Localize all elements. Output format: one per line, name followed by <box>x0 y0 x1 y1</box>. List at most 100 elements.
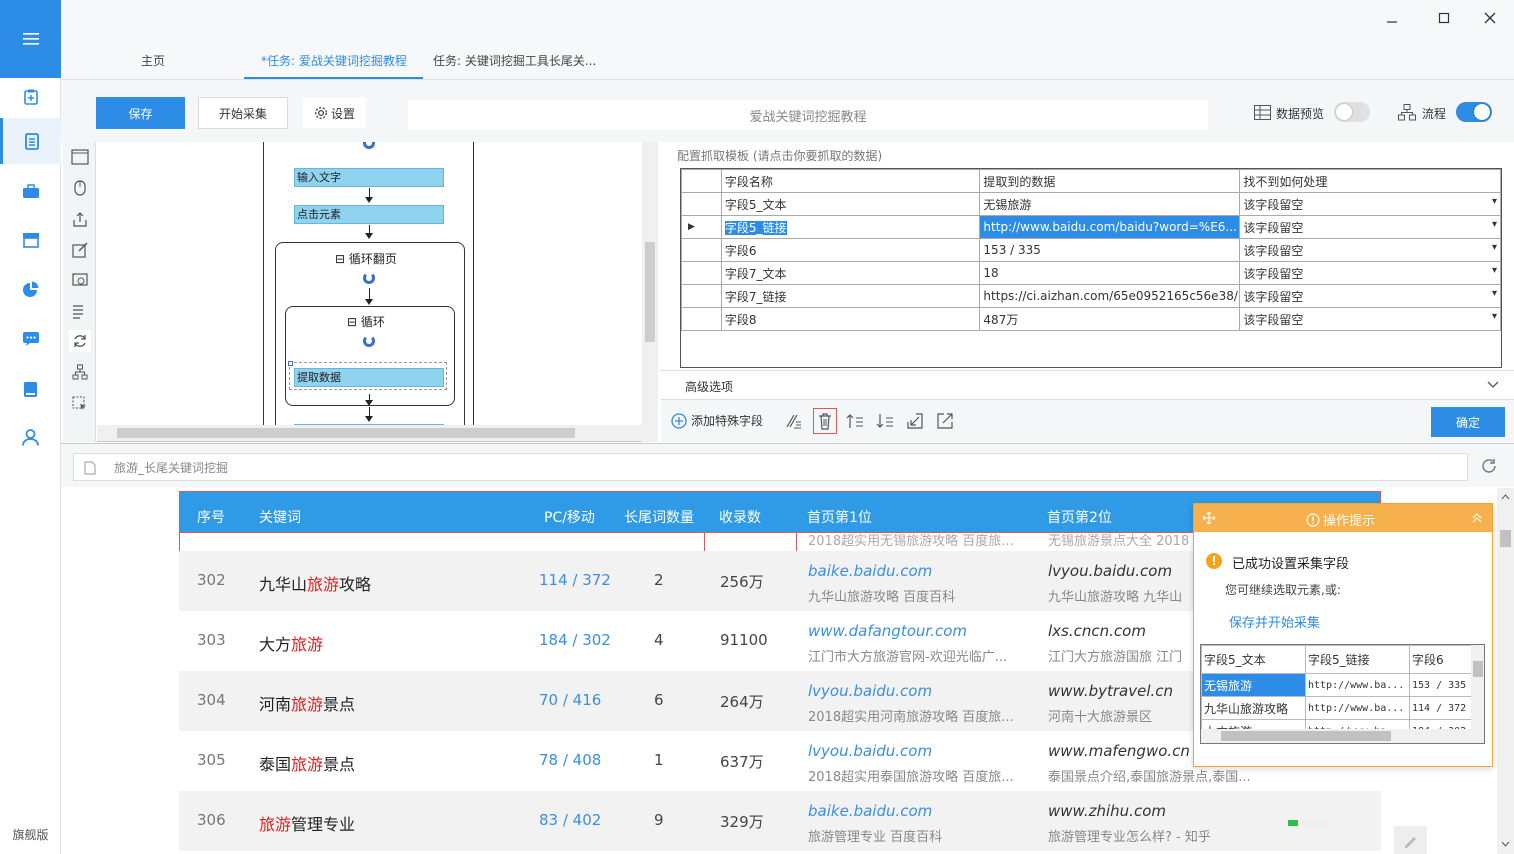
tab-other-task[interactable]: 任务: 关键词挖掘工具长尾关... <box>433 52 596 69</box>
move-down-button[interactable] <box>875 411 895 431</box>
sidebar-item-toolbox[interactable] <box>0 168 61 214</box>
row-rank2-domain[interactable]: lvyou.baidu.com <box>1048 562 1172 580</box>
settings-button[interactable]: 设置 <box>302 97 367 129</box>
row-rank2-domain[interactable]: www.bytravel.cn <box>1048 682 1173 700</box>
confirm-button[interactable]: 确定 <box>1431 407 1505 437</box>
row-selector[interactable] <box>681 307 722 331</box>
field-row[interactable]: 字段8 487万 该字段留空 <box>681 307 1501 331</box>
row-selector[interactable] <box>681 238 722 262</box>
row-keyword[interactable]: 泰国旅游景点 <box>259 751 355 775</box>
task-name-field[interactable]: 爱战关键词挖掘教程 <box>408 100 1208 130</box>
list-tool[interactable] <box>69 300 91 322</box>
sidebar-item-statistics[interactable] <box>0 266 61 312</box>
field-row[interactable]: ▶ 字段5_链接 http://www.baidu.com/baidu?word=%… <box>681 215 1501 239</box>
tab-home[interactable]: 主页 <box>141 52 165 69</box>
hint-preview-table[interactable]: 字段5_文本 字段5_链接 字段6 无锡旅游 http://www.ba... 15… <box>1200 644 1485 744</box>
row-selector[interactable] <box>681 284 722 308</box>
sidebar-item-tutorials[interactable] <box>0 366 61 412</box>
hint-header[interactable]: 操作提示 <box>1194 504 1492 532</box>
export-tool[interactable] <box>69 208 91 230</box>
row-rank1-domain[interactable]: www.dafangtour.com <box>808 622 967 640</box>
row-pc-mobile[interactable]: 114 / 372 <box>539 571 611 589</box>
row-selector[interactable]: ▶ <box>681 215 722 239</box>
row-pc-mobile[interactable]: 184 / 302 <box>539 631 611 649</box>
rename-field-button[interactable] <box>783 411 803 431</box>
web-table-row[interactable]: 306 旅游管理专业 83 / 402 9 329万 baike.baidu.com 旅游管… <box>179 791 1381 851</box>
close-window-button[interactable] <box>1480 12 1500 32</box>
workflow-horizontal-scrollbar[interactable] <box>97 425 642 441</box>
sidebar-item-messages[interactable] <box>0 316 61 362</box>
field-name-cell[interactable]: 字段6 <box>720 238 981 262</box>
save-button[interactable]: 保存 <box>96 97 185 129</box>
field-value-cell[interactable]: 18 <box>979 261 1241 285</box>
row-keyword[interactable]: 九华山旅游攻略 <box>259 571 371 595</box>
click-tool[interactable] <box>69 177 91 199</box>
field-name-cell[interactable]: 字段7_链接 <box>720 284 981 308</box>
recognize-tool[interactable] <box>69 270 91 292</box>
row-rank1-domain[interactable]: lvyou.baidu.com <box>808 682 932 700</box>
field-handling-cell[interactable]: 该字段留空 <box>1239 238 1501 262</box>
field-row[interactable]: 字段6 153 / 335 该字段留空 <box>681 238 1501 262</box>
hint-table-scrollbar[interactable] <box>1471 645 1484 743</box>
workflow-step-input-text[interactable]: 输入文字 <box>294 168 444 187</box>
edit-fab[interactable] <box>1394 826 1427 854</box>
delete-field-button[interactable] <box>813 408 837 434</box>
row-selector[interactable] <box>681 192 722 216</box>
move-icon[interactable] <box>1202 511 1216 525</box>
branch-tool[interactable] <box>69 361 91 383</box>
field-value-cell[interactable]: 153 / 335 <box>979 238 1241 262</box>
start-collect-button[interactable]: 开始采集 <box>198 97 288 129</box>
select-tool[interactable] <box>69 393 91 415</box>
field-name-cell[interactable]: 字段5_链接 <box>720 215 981 239</box>
field-handling-cell[interactable]: 该字段留空 <box>1239 284 1501 308</box>
sidebar-item-market[interactable] <box>0 217 61 263</box>
row-selector[interactable] <box>681 261 722 285</box>
field-value-cell[interactable]: 487万 <box>979 307 1241 331</box>
hint-table-row[interactable]: 九华山旅游攻略 http://www.ba... 114 / 372 <box>1201 696 1472 720</box>
field-row[interactable]: 字段7_文本 18 该字段留空 <box>681 261 1501 285</box>
field-handling-cell[interactable]: 该字段留空 <box>1239 215 1501 239</box>
row-keyword[interactable]: 大方旅游 <box>259 631 323 655</box>
row-rank1-domain[interactable]: baike.baidu.com <box>808 562 932 580</box>
field-name-cell[interactable]: 字段7_文本 <box>720 261 981 285</box>
field-handling-cell[interactable]: 该字段留空 <box>1239 192 1501 216</box>
workflow-canvas[interactable]: 输入文字 点击元素 ⊟ 循环翻页 ⊟ 循环 提取数据 <box>97 142 642 442</box>
field-value-cell[interactable]: https://ci.aizhan.com/65e0952165c56e38/ <box>979 284 1241 308</box>
flow-toggle[interactable] <box>1456 102 1492 122</box>
import-field-button[interactable] <box>905 411 925 431</box>
save-and-start-link[interactable]: 保存并开始采集 <box>1229 612 1320 631</box>
row-pc-mobile[interactable]: 78 / 408 <box>539 751 601 769</box>
open-page-tool[interactable] <box>69 146 91 168</box>
data-preview-toggle[interactable] <box>1334 102 1370 122</box>
workflow-step-extract[interactable]: 提取数据 <box>294 368 444 387</box>
row-rank2-domain[interactable]: www.mafengwo.cn <box>1048 742 1190 760</box>
field-config-table[interactable]: 字段名称 提取到的数据 找不到如何处理 字段5_文本无锡旅游该字段留空▶字段5_… <box>680 168 1502 368</box>
sidebar-item-account[interactable] <box>0 414 61 460</box>
workflow-vertical-scrollbar[interactable] <box>642 142 658 442</box>
tab-current-task[interactable]: *任务: 爱战关键词挖掘教程 <box>261 52 407 69</box>
row-rank2-domain[interactable]: lxs.cncn.com <box>1048 622 1146 640</box>
collapse-icon[interactable] <box>1472 513 1482 523</box>
input-tool[interactable] <box>69 239 91 261</box>
sidebar-item-tasks[interactable] <box>0 118 61 164</box>
field-value-cell[interactable]: 无锡旅游 <box>979 192 1241 216</box>
row-pc-mobile[interactable]: 70 / 416 <box>539 691 601 709</box>
row-rank2-domain[interactable]: www.zhihu.com <box>1048 802 1166 820</box>
field-row[interactable]: 字段5_文本 无锡旅游 该字段留空 <box>681 192 1501 216</box>
browser-vertical-scrollbar[interactable] <box>1497 488 1514 854</box>
sidebar-item-new-task[interactable] <box>0 74 61 120</box>
maximize-button[interactable] <box>1434 12 1454 32</box>
loop-tool[interactable] <box>69 330 91 352</box>
minimize-button[interactable] <box>1382 12 1402 32</box>
menu-icon[interactable] <box>0 0 61 78</box>
hint-table-hscrollbar[interactable] <box>1201 729 1471 743</box>
hint-table-row[interactable]: 无锡旅游 http://www.ba... 153 / 335 <box>1201 673 1472 697</box>
field-handling-cell[interactable]: 该字段留空 <box>1239 307 1501 331</box>
export-field-button[interactable] <box>935 411 955 431</box>
add-special-field-button[interactable]: 添加特殊字段 <box>671 412 763 429</box>
url-input[interactable]: 旅游_长尾关键词挖掘 <box>73 453 1468 481</box>
row-pc-mobile[interactable]: 83 / 402 <box>539 811 601 829</box>
advanced-options[interactable]: 高级选项 <box>661 370 1514 400</box>
scroll-up-icon[interactable] <box>1501 494 1510 500</box>
field-value-cell[interactable]: http://www.baidu.com/baidu?word=%E6... <box>979 215 1241 239</box>
